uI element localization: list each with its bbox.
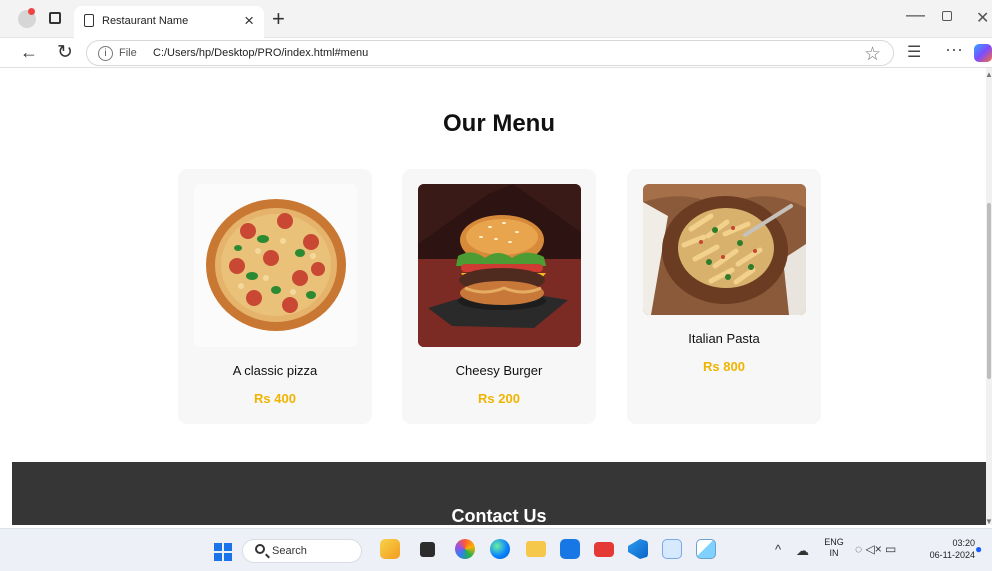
pizza-illustration <box>194 184 357 347</box>
menu-heading: Our Menu <box>443 110 555 137</box>
edge-icon[interactable] <box>490 539 510 559</box>
menu-item-price: Rs 200 <box>478 391 520 406</box>
menu-card-pasta: Italian Pasta Rs 800 <box>627 169 821 424</box>
vscode-icon[interactable] <box>628 539 648 559</box>
contact-heading: Contact Us <box>451 506 547 525</box>
refresh-icon[interactable]: ↻ <box>57 41 73 64</box>
language-code: ENG <box>824 537 844 547</box>
search-label: Search <box>272 545 307 557</box>
menu-item-name: Cheesy Burger <box>455 363 543 378</box>
tab-title: Restaurant Name <box>102 15 189 27</box>
profile-icon[interactable] <box>18 8 36 28</box>
tab-actions-icon[interactable] <box>49 12 61 24</box>
colorful-swirl-icon[interactable] <box>455 539 475 559</box>
menu-item-price: Rs 400 <box>254 391 296 406</box>
address-toolbar: ← ↻ i File C:/Users/hp/Desktop/PRO/index… <box>0 38 992 68</box>
menu-card-pizza: A classic pizza Rs 400 <box>178 169 372 424</box>
cloud-icon[interactable]: ☁ <box>796 543 809 559</box>
menu-item-price: Rs 800 <box>703 359 745 374</box>
pasta-image <box>643 184 806 315</box>
yellow-widget-icon[interactable] <box>380 539 400 559</box>
folder-icon[interactable] <box>526 541 546 557</box>
clock-time: 03:20 <box>952 538 975 548</box>
pizza-image <box>194 184 357 347</box>
language-indicator[interactable]: ENG IN <box>824 537 844 559</box>
info-icon[interactable]: i <box>98 46 113 61</box>
browser-tab-bar: Restaurant Name × + — ✕ <box>0 0 992 38</box>
notepad-icon[interactable] <box>662 539 682 559</box>
dark-square-icon[interactable] <box>420 542 435 557</box>
pasta-illustration <box>643 184 806 315</box>
chevron-up-icon[interactable]: ^ <box>775 542 781 557</box>
clock-date: 06-11-2024 <box>929 550 975 560</box>
favorite-star-icon[interactable]: ☆ <box>864 43 881 66</box>
search-icon <box>255 544 265 554</box>
maximize-window-icon[interactable] <box>942 11 952 21</box>
more-options-icon[interactable]: ··· <box>945 39 963 60</box>
menu-item-name: A classic pizza <box>232 363 318 378</box>
clock[interactable]: 03:20 06-11-2024 <box>917 537 975 561</box>
page-icon <box>84 14 94 27</box>
new-tab-icon[interactable]: + <box>272 6 285 32</box>
notification-icon[interactable]: ● <box>975 542 982 556</box>
restaurant-page: Our Menu A classic pizza Rs 400 Cheesy B… <box>12 68 986 525</box>
close-tab-icon[interactable]: × <box>244 11 254 31</box>
browser-tab[interactable]: Restaurant Name × <box>74 6 264 38</box>
start-icon[interactable] <box>214 543 232 561</box>
menu-card-burger: Cheesy Burger Rs 200 <box>402 169 596 424</box>
minimize-window-icon[interactable]: — <box>906 5 925 27</box>
file-scheme-label: File <box>119 47 137 59</box>
address-bar[interactable]: i File C:/Users/hp/Desktop/PRO/index.htm… <box>86 40 894 66</box>
back-icon[interactable]: ← <box>20 42 38 63</box>
taskbar-search[interactable]: Search <box>242 539 362 563</box>
screen: Restaurant Name × + — ✕ ← ↻ i File C:/Us… <box>0 0 992 571</box>
scroll-down-icon[interactable]: ▼ <box>985 517 992 526</box>
contact-section: Contact Us <box>12 462 986 525</box>
paint-icon[interactable] <box>696 539 716 559</box>
menu-item-name: Italian Pasta <box>688 331 760 346</box>
page-scrollbar-thumb[interactable] <box>987 203 991 379</box>
burger-illustration <box>418 184 581 347</box>
youtube-icon[interactable] <box>594 542 614 557</box>
windows-taskbar: Search ^ ☁ ENG IN ◌ ◁× ▭ 03:20 06-11-202… <box>0 528 992 571</box>
language-region: IN <box>829 548 839 558</box>
network-volume-battery-icons[interactable]: ◌ ◁× ▭ <box>855 542 896 556</box>
store-icon[interactable] <box>560 539 580 559</box>
copilot-icon[interactable] <box>974 44 992 62</box>
burger-image <box>418 184 581 347</box>
url-text[interactable]: C:/Users/hp/Desktop/PRO/index.html#menu <box>153 47 368 59</box>
scroll-up-icon[interactable]: ▲ <box>985 70 992 79</box>
favorites-icon[interactable]: ☰ <box>907 42 921 62</box>
close-window-icon[interactable]: ✕ <box>976 8 989 28</box>
